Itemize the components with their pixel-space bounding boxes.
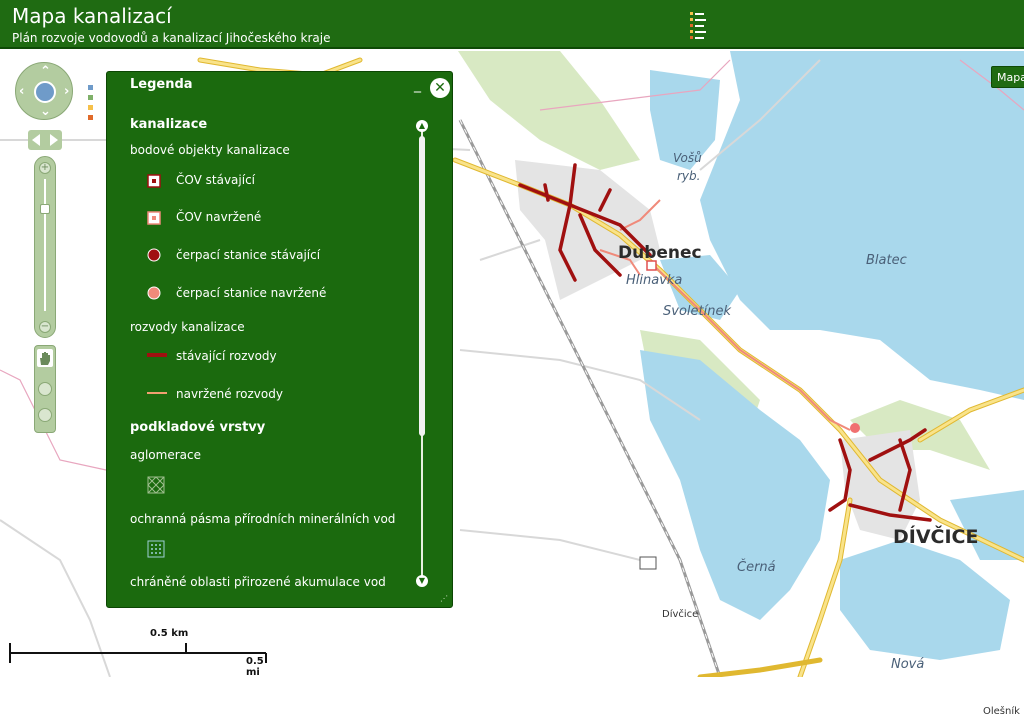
legend-group-mineral-water: ochranná pásma přírodních minerálních vo… — [130, 512, 396, 526]
zoom-in-button[interactable]: + — [39, 162, 51, 174]
pump-planned-marker — [850, 423, 860, 433]
legend-group-point-objects: bodové objekty kanalizace — [130, 143, 290, 157]
zoom-thumb[interactable] — [40, 204, 50, 214]
legend-item-pump-existing: čerpací stanice stávající — [176, 248, 321, 262]
pan-right-icon[interactable]: › — [64, 85, 69, 98]
zoom-track[interactable] — [44, 179, 46, 311]
zoom-in-tool-icon[interactable] — [38, 382, 52, 396]
legend-panel: Legenda _ ✕ ▲ ▼ ⋰ kanalizace bodové obje… — [106, 71, 453, 608]
zoom-out-button[interactable]: − — [39, 321, 51, 333]
pan-up-icon[interactable]: ⌃ — [40, 65, 51, 78]
pump-planned-icon — [147, 286, 161, 300]
station-icon — [639, 556, 657, 570]
zoom-out-tool-icon[interactable] — [38, 408, 52, 422]
mineral-dots-icon — [147, 540, 165, 558]
minimize-icon[interactable]: _ — [414, 78, 421, 92]
agglomeration-hatch-icon — [147, 476, 165, 494]
previous-next-extent-icon[interactable] — [28, 130, 62, 150]
minor-road — [479, 239, 541, 261]
legend-title: Legenda — [130, 77, 193, 92]
layers-list-icon[interactable] — [88, 85, 108, 123]
legend-group-agglomeration: aglomerace — [130, 448, 201, 462]
legend-item-line-planned: navržené rozvody — [176, 387, 283, 401]
line-existing-icon — [147, 353, 167, 357]
forest-area — [458, 51, 640, 170]
scroll-down-icon[interactable]: ▼ — [416, 575, 428, 587]
legend-heading-base-layers: podkladové vrstvy — [130, 420, 266, 435]
pan-down-icon[interactable]: ⌄ — [40, 105, 51, 118]
basemap-toggle-button[interactable]: Mapa — [991, 66, 1024, 88]
scale-mi-label: 0.5 mi — [246, 656, 264, 678]
pond-east — [950, 490, 1024, 560]
hand-pan-icon[interactable] — [37, 349, 53, 367]
page-title: Mapa kanalizací — [12, 4, 172, 28]
legend-group-sewer-lines: rozvody kanalizace — [130, 320, 245, 334]
pan-control[interactable]: ⌃ ‹ › ⌄ — [15, 62, 73, 120]
page-subtitle: Plán rozvoje vodovodů a kanalizací Jihoč… — [12, 31, 331, 45]
pond-blatec — [700, 51, 1024, 400]
resize-handle-icon[interactable]: ⋰ — [440, 594, 450, 604]
legend-item-line-existing: stávající rozvody — [176, 349, 277, 363]
minor-road — [459, 529, 641, 561]
cov-planned-marker — [646, 260, 657, 271]
legend-heading-kanalizace: kanalizace — [130, 117, 208, 132]
line-planned-icon — [147, 392, 167, 394]
legend-scrollbar-thumb[interactable] — [419, 136, 425, 436]
pond-vosu — [650, 70, 720, 170]
app-header: Mapa kanalizací Plán rozvoje vodovodů a … — [0, 0, 1024, 49]
legend-item-cov-planned: ČOV navržené — [176, 210, 262, 224]
legend-item-cov-existing: ČOV stávající — [176, 173, 256, 187]
pan-left-icon[interactable]: ‹ — [19, 85, 24, 98]
map-label-olesnik: Olešník — [983, 706, 1020, 717]
cov-planned-icon — [147, 211, 161, 225]
pump-existing-icon — [147, 248, 161, 262]
list-menu-icon[interactable] — [688, 12, 708, 42]
close-icon[interactable]: ✕ — [430, 78, 450, 98]
zoom-slider[interactable]: + − — [34, 156, 56, 338]
legend-item-pump-planned: čerpací stanice navržené — [176, 286, 327, 300]
scale-bar: 0.5 km 0.5 mi — [8, 628, 268, 678]
scroll-up-icon[interactable]: ▲ — [416, 120, 428, 132]
map-tools — [34, 345, 56, 433]
scale-bar-lines — [9, 643, 267, 663]
legend-group-protected-areas: chráněné oblasti přirozené akumulace vod — [130, 575, 386, 589]
globe-icon[interactable] — [34, 81, 56, 103]
cov-existing-icon — [147, 174, 161, 188]
